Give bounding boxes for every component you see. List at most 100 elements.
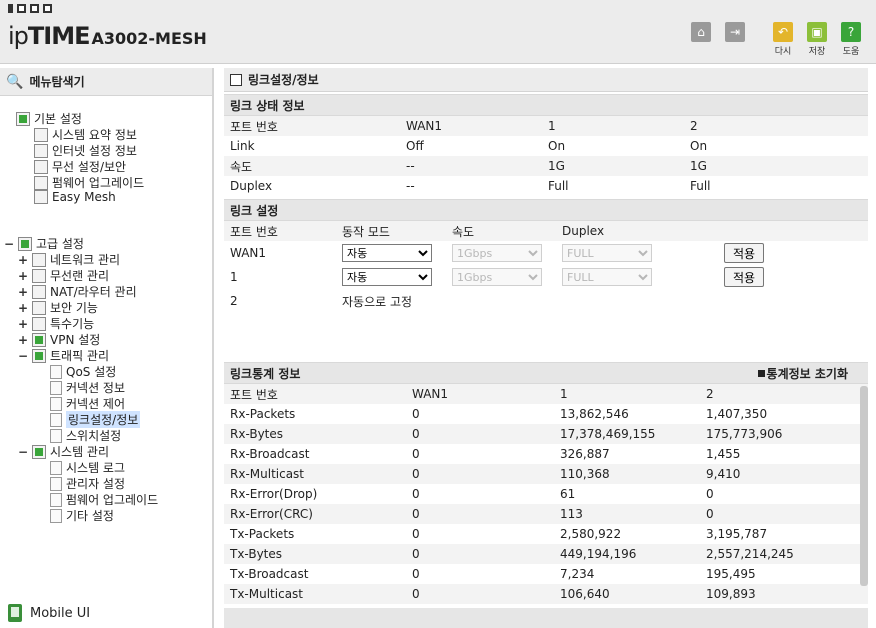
tree-item-etc[interactable]: 기타 설정 — [50, 507, 114, 524]
chart-icon — [34, 127, 48, 142]
mobile-ui-link[interactable]: Mobile UI — [8, 604, 90, 622]
expand-icon: + — [18, 316, 29, 331]
logout-button[interactable]: ⇥ — [722, 22, 748, 42]
tree-item-firmware[interactable]: 펌웨어 업그레이드 — [34, 174, 144, 191]
table-row: 1 자동 1Gbps FULL 적용 — [224, 265, 868, 289]
section-title: 링크통계 정보 — [230, 366, 301, 381]
mode-select[interactable]: 자동 — [342, 268, 432, 286]
cell: 0 — [412, 567, 420, 581]
tree-item-special[interactable]: + 특수기능 — [18, 315, 94, 332]
tree-item-qos[interactable]: QoS 설정 — [50, 363, 116, 380]
tree-item-wlan[interactable]: + 무선랜 관리 — [18, 267, 109, 284]
back-button[interactable]: ↶ 다시 — [770, 22, 796, 57]
cell: 0 — [706, 507, 714, 521]
cell: 0 — [412, 407, 420, 421]
cell: 0 — [412, 507, 420, 521]
logout-icon: ⇥ — [725, 22, 745, 42]
help-icon: ? — [841, 22, 861, 42]
tree-item-admin[interactable]: 관리자 설정 — [50, 475, 125, 492]
scrollbar[interactable] — [860, 386, 868, 586]
col-header: 1 — [560, 387, 568, 401]
section-title: 링크 설정 — [224, 199, 868, 221]
mobile-label: Mobile UI — [30, 605, 91, 621]
help-label: 도움 — [842, 47, 860, 57]
save-button[interactable]: ▣ 저장 — [804, 22, 830, 57]
cell: -- — [406, 179, 415, 193]
cell: 110,368 — [560, 467, 610, 481]
tree-item-easymesh[interactable]: Easy Mesh — [34, 190, 116, 204]
page-icon — [50, 460, 62, 475]
tree-item-internet-info[interactable]: 인터넷 설정 정보 — [34, 142, 137, 159]
tree-label: Easy Mesh — [52, 190, 116, 204]
col-header: 포트 번호 — [230, 387, 278, 402]
tree-item-system-summary[interactable]: 시스템 요약 정보 — [34, 126, 137, 143]
cell: 0 — [412, 487, 420, 501]
tree-item-traffic[interactable]: − 트래픽 관리 — [18, 347, 109, 364]
tree-item-fw-upgrade[interactable]: 펌웨어 업그레이드 — [50, 491, 158, 508]
link-settings-section: 링크 설정 포트 번호 동작 모드 속도 Duplex WAN1 자동 1Gbp… — [224, 199, 868, 313]
tree-advanced-settings[interactable]: − 고급 설정 — [4, 235, 84, 252]
table-row: Duplex -- Full Full — [224, 176, 868, 196]
tree-item-vpn[interactable]: + VPN 설정 — [18, 331, 100, 348]
cell: Rx-Bytes — [230, 427, 284, 441]
tree-item-system[interactable]: − 시스템 관리 — [18, 443, 109, 460]
page-icon — [50, 396, 62, 411]
table-header-row: 포트 번호 동작 모드 속도 Duplex — [224, 221, 868, 241]
tree-item-security[interactable]: + 보안 기능 — [18, 299, 98, 316]
tree-item-switch[interactable]: 스위치설정 — [50, 427, 121, 444]
tree-item-conn-control[interactable]: 커넥션 제어 — [50, 395, 125, 412]
cell: 0 — [412, 547, 420, 561]
cell: Link — [230, 139, 255, 153]
home-button[interactable]: ⌂ — [688, 22, 714, 42]
tree-basic-settings[interactable]: 기본 설정 — [16, 110, 82, 127]
speed-select[interactable]: 1Gbps — [452, 244, 542, 262]
table-row: Rx-Multicast 0 110,368 9,410 — [224, 464, 868, 484]
cell: 1,407,350 — [706, 407, 768, 421]
folder-icon — [16, 111, 30, 126]
tree-item-wireless[interactable]: 무선 설정/보안 — [34, 158, 126, 175]
cell: 0 — [412, 467, 420, 481]
cell: 2,580,922 — [560, 527, 622, 541]
help-button[interactable]: ? 도움 — [838, 22, 864, 57]
network-icon — [32, 252, 46, 267]
expand-icon: + — [18, 252, 29, 267]
speed-select[interactable]: 1Gbps — [452, 268, 542, 286]
col-header: Duplex — [562, 224, 605, 238]
save-icon: ▣ — [807, 22, 827, 42]
duplex-select[interactable]: FULL — [562, 268, 652, 286]
back-icon: ↶ — [773, 22, 793, 42]
special-icon — [32, 316, 46, 331]
mobile-icon — [8, 604, 22, 622]
tree-item-syslog[interactable]: 시스템 로그 — [50, 459, 125, 476]
mode-select[interactable]: 자동 — [342, 244, 432, 262]
apply-button[interactable]: 적용 — [724, 267, 764, 287]
tree-label: 시스템 요약 정보 — [52, 128, 137, 142]
tree-item-network[interactable]: + 네트워크 관리 — [18, 251, 120, 268]
tree-label: 네트워크 관리 — [50, 253, 121, 267]
cell: 2,557,214,245 — [706, 547, 794, 561]
table-row: Link Off On On — [224, 136, 868, 156]
wireless-icon — [34, 159, 48, 174]
page-icon — [50, 380, 62, 395]
tree-item-link-settings[interactable]: 링크설정/정보 — [50, 411, 141, 428]
table-row: Rx-Packets 0 13,862,546 1,407,350 — [224, 404, 868, 424]
reset-stats-button[interactable]: 통계정보 초기화 — [757, 365, 848, 382]
cell: 9,410 — [706, 467, 741, 481]
link-status-section: 링크 상태 정보 포트 번호 WAN1 1 2 Link Off On On 속… — [224, 94, 868, 196]
col-header: 포트 번호 — [230, 224, 278, 239]
expand-icon: + — [18, 300, 29, 315]
tree-label: 기타 설정 — [66, 509, 114, 523]
collapse-icon: − — [4, 236, 15, 251]
cell: Rx-Packets — [230, 407, 296, 421]
cell: Rx-Error(Drop) — [230, 487, 318, 501]
page-icon — [50, 476, 62, 491]
apply-button[interactable]: 적용 — [724, 243, 764, 263]
tree-item-nat[interactable]: + NAT/라우터 관리 — [18, 283, 137, 300]
tree-item-conn-info[interactable]: 커넥션 정보 — [50, 379, 125, 396]
cell: 106,640 — [560, 587, 610, 601]
tree-label: 커넥션 정보 — [66, 381, 126, 395]
duplex-select[interactable]: FULL — [562, 244, 652, 262]
logo-time: TIME — [27, 22, 91, 50]
page-icon — [50, 492, 62, 507]
tree-label: 스위치설정 — [66, 429, 122, 443]
